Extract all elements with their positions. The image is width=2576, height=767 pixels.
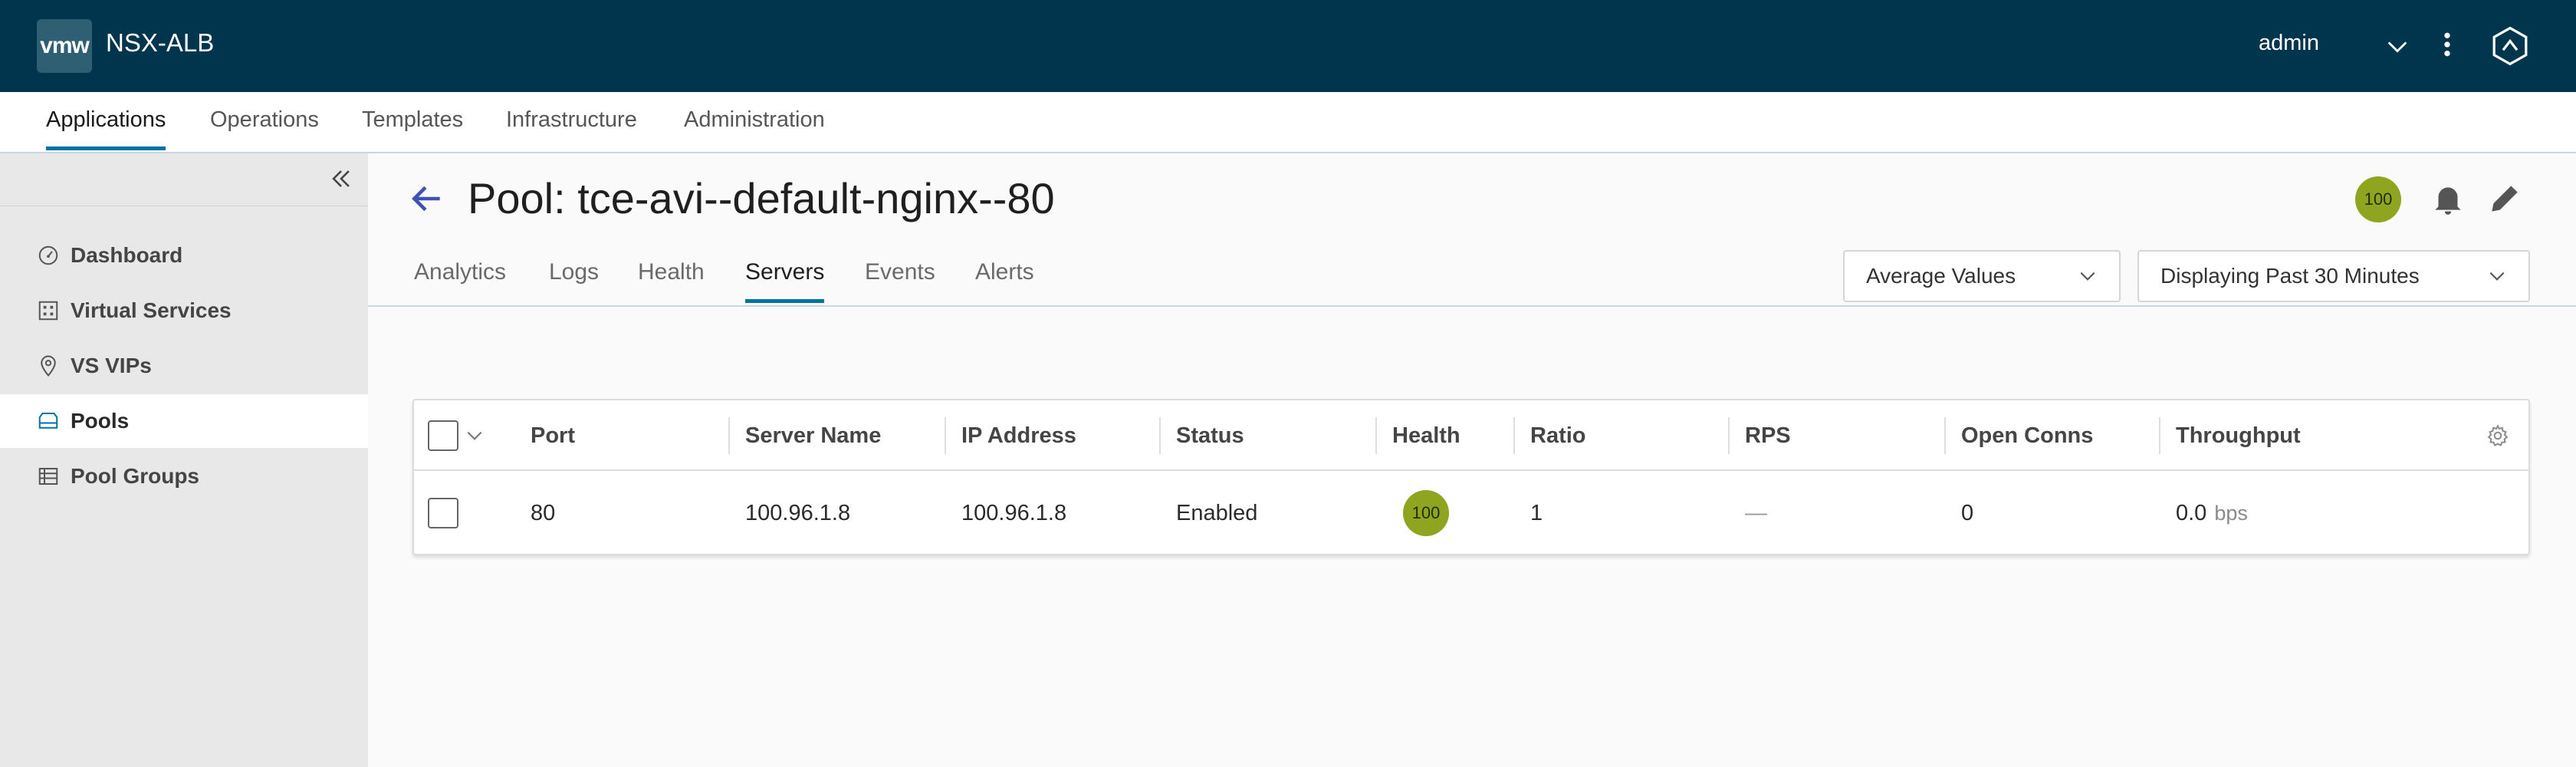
sidebar-item-label: Pools [71, 409, 130, 433]
cell-health: 100 [1403, 471, 1449, 555]
column-header-server-name[interactable]: Server Name [745, 400, 881, 471]
column-divider[interactable] [1944, 417, 1946, 454]
sidebar-item-pool-groups[interactable]: Pool Groups [0, 449, 368, 503]
column-divider[interactable] [1375, 417, 1377, 454]
app-header: vmw NSX-ALB admin [0, 0, 2576, 92]
column-header-open-conns[interactable]: Open Conns [1961, 400, 2093, 471]
page-title: Pool: tce-avi--default-nginx--80 [468, 174, 1055, 222]
row-select-cell [428, 471, 458, 555]
topnav-infrastructure[interactable]: Infrastructure [506, 107, 637, 146]
topnav-templates[interactable]: Templates [362, 107, 463, 146]
vmware-logo: vmw [37, 19, 92, 73]
column-divider[interactable] [945, 417, 946, 454]
topnav-administration[interactable]: Administration [684, 107, 825, 146]
cell-ip-address: 100.96.1.8 [961, 500, 1067, 525]
column-divider[interactable] [728, 417, 730, 454]
row-checkbox[interactable] [428, 498, 458, 528]
double-chevron-left-icon[interactable] [328, 166, 354, 192]
column-header-port[interactable]: Port [531, 400, 575, 471]
sidebar: Dashboard Virtual Services VS VIPs Pools… [0, 153, 368, 767]
topnav-applications[interactable]: Applications [46, 107, 166, 150]
chevron-down-icon [2489, 272, 2505, 281]
tab-health[interactable]: Health [638, 259, 705, 299]
column-header-ip-address[interactable]: IP Address [961, 400, 1076, 471]
back-arrow-icon[interactable] [408, 179, 446, 218]
sidebar-item-pools[interactable]: Pools [0, 394, 368, 448]
main-content: Pool: tce-avi--default-nginx--80 100 Ana… [368, 153, 2576, 767]
throughput-value: 0.0 [2176, 500, 2207, 525]
health-score-badge[interactable]: 100 [1403, 490, 1449, 536]
values-select[interactable]: Average Values [1843, 250, 2121, 302]
cell-server-name: 100.96.1.8 [745, 500, 851, 525]
cell-throughput: 0.0 bps [2176, 471, 2248, 555]
chevron-down-icon[interactable] [465, 426, 485, 446]
table-header: Port Server Name IP Address Status Healt… [414, 400, 2528, 471]
column-header-throughput[interactable]: Throughput [2176, 400, 2301, 471]
pencil-icon[interactable] [2486, 179, 2524, 218]
table-row[interactable]: 80 100.96.1.8 100.96.1.8 Enabled 100 1 —… [414, 471, 2528, 555]
sidebar-item-label: Virtual Services [71, 298, 232, 322]
tab-alerts[interactable]: Alerts [975, 259, 1034, 299]
cell-port: 80 [531, 500, 556, 525]
chevron-down-icon[interactable] [2384, 34, 2410, 60]
hexagon-logo-icon[interactable] [2490, 26, 2530, 66]
health-score-badge[interactable]: 100 [2355, 176, 2401, 222]
select-all-cell [428, 400, 485, 471]
grid-icon [38, 301, 58, 321]
cell-rps: — [1745, 500, 1767, 525]
map-pin-icon [41, 355, 56, 377]
top-navigation: Applications Operations Templates Infras… [0, 92, 2576, 153]
column-divider[interactable] [1728, 417, 1730, 454]
sidebar-item-label: Pool Groups [71, 464, 199, 488]
cell-status: Enabled [1176, 500, 1258, 525]
topnav-operations[interactable]: Operations [210, 107, 319, 146]
column-divider[interactable] [1513, 417, 1515, 454]
gauge-icon [38, 245, 58, 265]
time-range-select[interactable]: Displaying Past 30 Minutes [2137, 250, 2530, 302]
tab-servers[interactable]: Servers [745, 259, 825, 303]
brand-name: NSX-ALB [106, 28, 215, 57]
column-header-status[interactable]: Status [1176, 400, 1244, 471]
select-all-checkbox[interactable] [428, 420, 458, 451]
time-range-select-label: Displaying Past 30 Minutes [2160, 264, 2420, 288]
servers-table: Port Server Name IP Address Status Healt… [412, 399, 2530, 555]
cell-ratio: 1 [1530, 500, 1543, 525]
sidebar-item-vs-vips[interactable]: VS VIPs [0, 339, 368, 393]
gear-icon[interactable] [2486, 423, 2510, 448]
throughput-unit: bps [2214, 501, 2248, 525]
tab-analytics[interactable]: Analytics [414, 259, 506, 299]
bell-icon[interactable] [2429, 179, 2467, 218]
sidebar-item-virtual-services[interactable]: Virtual Services [0, 284, 368, 337]
column-header-rps[interactable]: RPS [1745, 400, 1791, 471]
sidebar-item-label: VS VIPs [71, 354, 152, 377]
values-select-label: Average Values [1866, 264, 2016, 288]
sidebar-item-dashboard[interactable]: Dashboard [0, 229, 368, 282]
column-divider[interactable] [1159, 417, 1161, 454]
cell-open-conns: 0 [1961, 500, 1974, 525]
tab-logs[interactable]: Logs [549, 259, 599, 299]
column-header-health[interactable]: Health [1392, 400, 1460, 471]
more-vertical-icon[interactable] [2438, 29, 2456, 60]
column-divider[interactable] [2159, 417, 2160, 454]
column-header-ratio[interactable]: Ratio [1530, 400, 1586, 471]
user-menu-label[interactable]: admin [2259, 31, 2319, 56]
sidebar-item-label: Dashboard [71, 243, 183, 267]
pool-icon [38, 413, 58, 429]
tab-events[interactable]: Events [865, 259, 935, 299]
list-icon [38, 468, 58, 485]
chevron-down-icon [2080, 272, 2095, 281]
